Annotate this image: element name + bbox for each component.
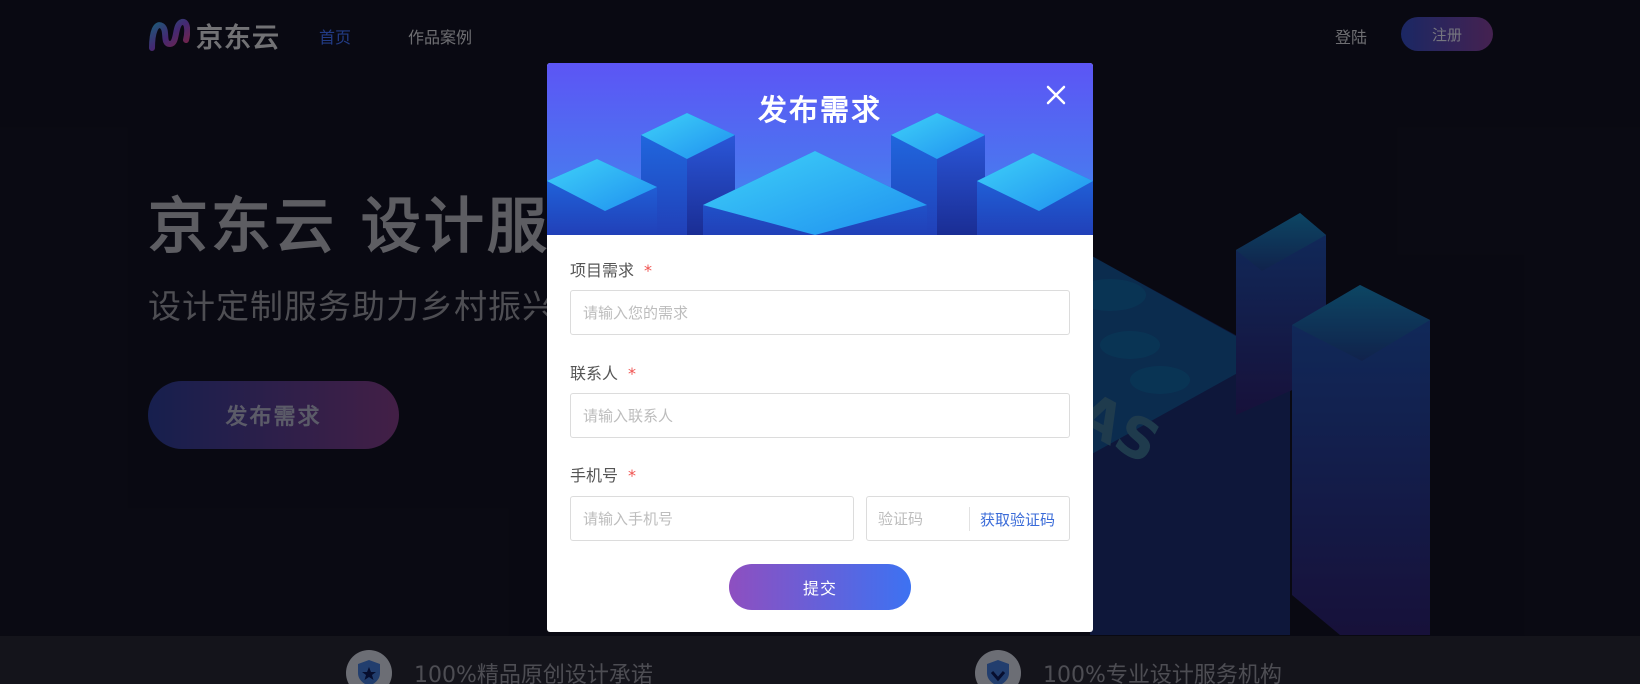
project-requirement-label: 项目需求 * bbox=[570, 261, 653, 280]
divider bbox=[969, 507, 970, 531]
dialog-title: 发布需求 bbox=[757, 93, 882, 127]
required-mark: * bbox=[644, 261, 653, 280]
contact-input[interactable] bbox=[570, 393, 1070, 438]
dialog-header: 发布需求 bbox=[547, 63, 1093, 235]
required-mark: * bbox=[628, 364, 637, 383]
close-icon bbox=[1046, 85, 1066, 105]
project-requirement-input[interactable] bbox=[570, 290, 1070, 335]
phone-input[interactable] bbox=[570, 496, 854, 541]
verification-code-input[interactable] bbox=[867, 497, 969, 540]
verification-code-field: 获取验证码 bbox=[866, 496, 1070, 541]
phone-label: 手机号 * bbox=[570, 466, 637, 485]
required-mark: * bbox=[628, 466, 637, 485]
publish-request-dialog: 发布需求 项目需求* 联系人* 手机号* 获取验证码 bbox=[547, 63, 1093, 632]
get-code-button[interactable]: 获取验证码 bbox=[980, 509, 1055, 530]
submit-button[interactable]: 提交 bbox=[729, 564, 911, 610]
contact-label: 联系人 * bbox=[570, 364, 637, 383]
close-dialog-button[interactable] bbox=[1043, 82, 1069, 108]
